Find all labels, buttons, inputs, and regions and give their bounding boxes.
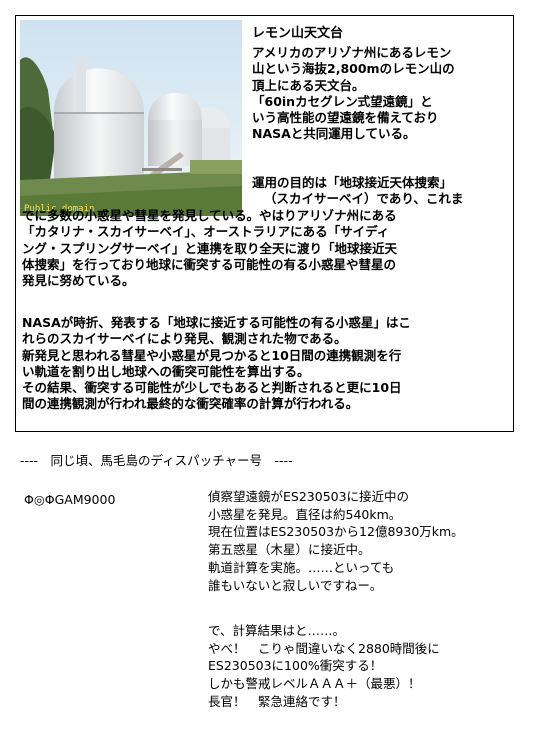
message-line: ES230503に100%衝突する！	[208, 658, 383, 674]
message-line: やべ！ こりゃ間違いなく2880時間後に	[208, 640, 440, 656]
text-line: ング・スプリングサーベイ」と連携を取り全天に渡り「地球接近天	[22, 240, 398, 256]
message-line: 現在位置はES230503から12億8930万km。	[208, 524, 464, 540]
message-line: しかも警戒レベルＡＡＡ＋（最悪）！	[208, 676, 421, 692]
intro-paragraph: アメリカのアリゾナ州にあるレモン 山という海抜2,800mのレモン山の 頂上にあ…	[252, 45, 510, 143]
text-line: アメリカのアリゾナ州にあるレモン	[252, 45, 452, 60]
observatory-info-box: Public domain レモン山天文台 アメリカのアリゾナ州にあるレモン 山…	[15, 15, 514, 432]
message-line: 第五惑星（木星）に接近中。	[208, 542, 371, 558]
message-block-2: で、計算結果はと……。 やべ！ こりゃ間違いなく2880時間後に ES23050…	[208, 622, 440, 711]
purpose-paragraph-rest: でに多数の小惑星や彗星を発見している。やはりアリゾナ州にある 「カタリナ・スカイ…	[22, 208, 512, 289]
text-line: でに多数の小惑星や彗星を発見している。やはりアリゾナ州にある	[22, 208, 397, 223]
text-line: れらのスカイサーベイにより発見、観測された物である。	[22, 331, 347, 347]
text-line: その結果、衝突する可能性が少しでもあると判断されると更に10日	[22, 380, 402, 396]
observatory-photo-drawing	[20, 20, 242, 216]
text-line: いう高性能の望遠鏡を備えており	[252, 110, 439, 126]
text-line: 「60inカセグレン式望遠鏡」と	[252, 93, 433, 109]
text-line: （スカイサーベイ）であり、これま	[264, 191, 464, 207]
text-line: 運用の目的は「地球接近天体捜索」	[252, 175, 453, 190]
observatory-photo: Public domain	[20, 20, 242, 216]
message-line: 小惑星を発見。直径は約540km。	[208, 506, 402, 522]
text-line: 新発見と思われる彗星や小惑星が見つかると10日間の連携観測を行	[22, 347, 402, 363]
message-sender: Φ◎ΦGAM9000	[24, 492, 116, 507]
message-block-1: 偵察望遠鏡がES230503に接近中の 小惑星を発見。直径は約540km。 現在…	[208, 488, 464, 594]
text-line: い軌道を割り出し地球への衝突可能性を算出する。	[22, 363, 310, 379]
nasa-paragraph: NASAが時折、発表する「地球に接近する可能性の有る小惑星」はこ れらのスカイサ…	[22, 315, 512, 413]
scene-separator: ---- 同じ頃、馬毛島のディスパッチャー号 ----	[20, 453, 293, 468]
text-line: 「カタリナ・スカイサーベイ」、オーストラリアにある「サイディ	[22, 224, 390, 240]
text-line: NASAが時折、発表する「地球に接近する可能性の有る小惑星」はこ	[22, 315, 411, 330]
purpose-paragraph-start: 運用の目的は「地球接近天体捜索」 （スカイサーベイ）であり、これま	[252, 175, 510, 208]
text-line: 頂上にある天文台。	[252, 77, 365, 93]
message-line: で、計算結果はと……。	[208, 623, 346, 638]
message-line: 偵察望遠鏡がES230503に接近中の	[208, 489, 410, 504]
text-line: NASAと共同運用している。	[252, 126, 416, 142]
message-line: 軌道計算を実施。……といっても	[208, 559, 395, 575]
text-line: 発見に努めている。	[22, 273, 135, 289]
text-line: 山という海抜2,800mのレモン山の	[252, 61, 455, 77]
observatory-title: レモン山天文台	[252, 26, 344, 41]
text-line: 体捜索」を行っており地球に衝突する可能性の有る小惑星や彗星の	[22, 256, 397, 272]
text-line: 間の連携観測が行われ最終的な衝突確率の計算が行われる。	[22, 396, 359, 412]
message-line: 長官！ 緊急連絡です！	[208, 693, 346, 709]
message-line: 誰もいないと寂しいですねー。	[208, 577, 383, 593]
